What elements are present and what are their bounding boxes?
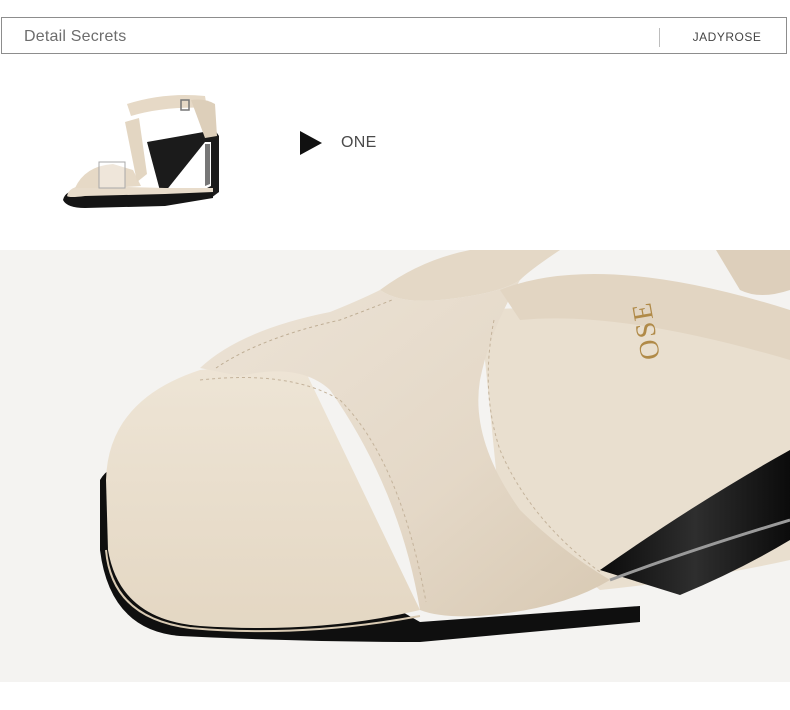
section-label: ONE [341, 134, 377, 151]
page-title: Detail Secrets [24, 28, 127, 45]
brand-name: JADYROSE [692, 30, 762, 44]
sandal-thumbnail-image [63, 95, 219, 208]
detail-pointer: ONE [300, 130, 377, 156]
sandal-thumbnail [55, 82, 225, 218]
closeup-photo: OSE [0, 250, 790, 682]
header-bar: Detail Secrets JADYROSE [1, 17, 787, 54]
closeup-sandal-image: OSE [0, 250, 790, 682]
header-divider [659, 28, 660, 47]
play-arrow-icon [300, 131, 322, 155]
